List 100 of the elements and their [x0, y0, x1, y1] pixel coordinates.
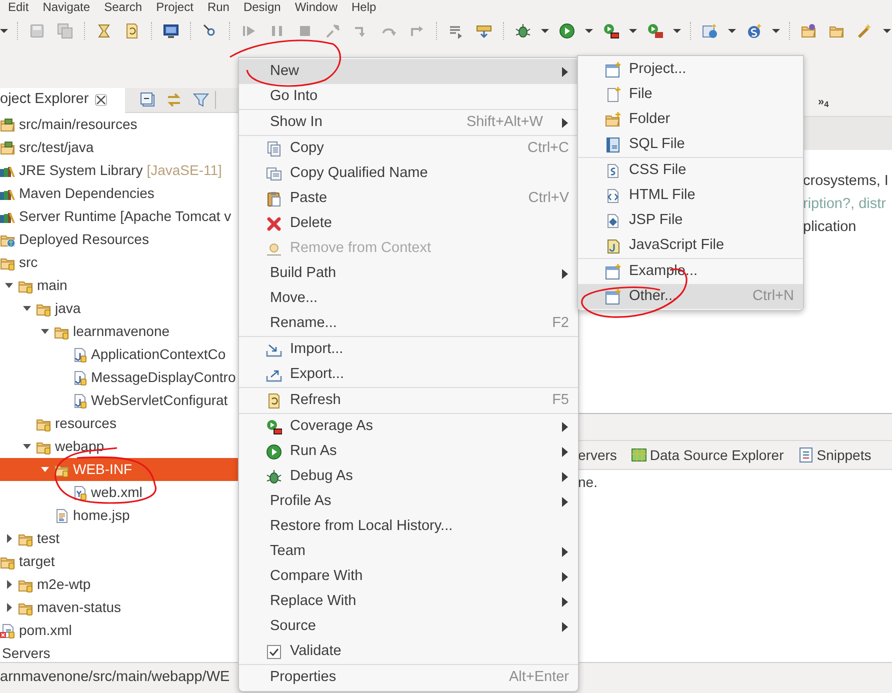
panel-message: ne. — [578, 474, 598, 490]
new-server-icon[interactable] — [702, 23, 718, 39]
menu-item[interactable]: SQL File — [578, 132, 803, 157]
menu-item[interactable]: Import... — [239, 337, 578, 362]
menu-item[interactable]: Delete — [239, 211, 578, 236]
tree-item[interactable]: Maven Dependencies — [0, 182, 239, 205]
package-folder-icon — [0, 116, 16, 132]
menu-item[interactable]: Restore from Local History... — [239, 514, 578, 539]
filter-icon[interactable] — [193, 92, 209, 108]
menu-item[interactable]: Properties Alt+Enter — [239, 665, 578, 690]
menu-item[interactable]: Profile As — [239, 489, 578, 514]
menu-bar-item[interactable]: Design — [243, 0, 281, 14]
bug-icon[interactable] — [515, 23, 531, 39]
tree-item[interactable]: maven-status — [0, 596, 239, 619]
tree-item[interactable]: java — [0, 297, 239, 320]
tree-item[interactable]: Server Runtime [Apache Tomcat v — [0, 205, 239, 228]
java-file-icon — [72, 370, 88, 386]
tree-item[interactable]: pom.xml — [0, 619, 239, 642]
menu-bar-item[interactable]: Help — [352, 0, 376, 14]
menu-bar-item[interactable]: Navigate — [42, 0, 90, 14]
shortcut-label: Alt+Enter — [508, 668, 569, 687]
drop-frame-icon[interactable] — [476, 23, 492, 39]
menu-bar-item[interactable]: Run — [207, 0, 230, 14]
checkbox[interactable] — [266, 644, 282, 660]
status-text: arnmavenone/src/main/webapp/WE — [0, 668, 230, 688]
tree-item[interactable]: m2e-wtp — [0, 573, 239, 596]
menu-item[interactable]: Run As — [239, 439, 578, 464]
tree-item[interactable]: ApplicationContextCo — [0, 343, 239, 366]
tree-item[interactable]: learnmavenone — [0, 320, 239, 343]
menu-item[interactable]: Folder — [578, 107, 803, 132]
coverage-icon — [266, 418, 282, 434]
menu-item[interactable]: File — [578, 82, 803, 107]
menu-item[interactable]: CSS File — [578, 158, 803, 183]
coverage-icon[interactable] — [603, 23, 619, 39]
menu-item[interactable]: Coverage As — [239, 414, 578, 439]
new-window-icon — [605, 264, 621, 280]
tree-item[interactable]: main — [0, 274, 239, 297]
view-tab[interactable]: oject Explorer — [0, 88, 125, 112]
menu-item[interactable]: Source — [239, 614, 578, 639]
menu-item[interactable]: Move... — [239, 286, 578, 311]
menu-item[interactable]: JavaScript File — [578, 233, 803, 258]
close-icon[interactable] — [94, 94, 107, 106]
xml-file-icon — [72, 484, 88, 500]
import-icon — [266, 342, 282, 358]
tree-item[interactable]: MessageDisplayContro — [0, 366, 239, 389]
tree-item[interactable]: WebServletConfigurat — [0, 389, 239, 412]
menu-item[interactable]: Project... — [578, 57, 803, 82]
menu-bar-item[interactable]: Edit — [8, 0, 29, 14]
collapse-all-icon[interactable] — [140, 92, 156, 108]
tree-item[interactable]: src/test/java — [0, 136, 239, 159]
menu-bar-item[interactable]: Window — [294, 0, 338, 14]
menu-item[interactable]: Export... — [239, 362, 578, 387]
menu-item[interactable]: Show In Shift+Alt+W — [239, 110, 578, 135]
menu-bar-item[interactable]: Search — [104, 0, 142, 14]
wand-icon[interactable] — [857, 23, 873, 39]
tree-item[interactable]: home.jsp — [0, 504, 239, 527]
tree-item[interactable]: test — [0, 527, 239, 550]
menu-item[interactable]: Refresh F5 — [239, 388, 578, 413]
new-window-icon — [605, 62, 621, 78]
hourglass-icon[interactable] — [96, 23, 112, 39]
shortcut-label: F5 — [552, 390, 569, 410]
code-line: ription?, distr — [803, 195, 888, 214]
menu-item[interactable]: Team — [239, 539, 578, 564]
menu-item[interactable]: Go Into — [239, 84, 578, 109]
tree-item[interactable]: WEB-INF — [0, 458, 239, 481]
tree-item[interactable]: Servers — [0, 642, 239, 665]
external-run-icon[interactable] — [647, 23, 663, 39]
tree-item[interactable]: src — [0, 251, 239, 274]
menu-item[interactable]: Debug As — [239, 464, 578, 489]
menu-item[interactable]: HTML File — [578, 183, 803, 208]
menu-item[interactable]: Copy Qualified Name — [239, 161, 578, 186]
shortcut-label: F2 — [552, 314, 569, 333]
menu-item[interactable]: Paste Ctrl+V — [239, 186, 578, 211]
tree-item[interactable]: Deployed Resources — [0, 228, 239, 251]
tree-item[interactable]: JRE System Library [JavaSE-11] — [0, 159, 239, 182]
panel-tab[interactable]: Data Source Explorer — [630, 441, 786, 469]
menu-item[interactable]: Replace With — [239, 589, 578, 614]
menu-item[interactable]: Other... Ctrl+N — [578, 284, 803, 309]
monitor-icon[interactable] — [163, 23, 179, 39]
tree-item[interactable]: web.xml — [0, 481, 239, 504]
panel-tab[interactable]: ervers — [578, 441, 619, 469]
open-folder-icon[interactable] — [801, 23, 817, 39]
overflow-tabs-button[interactable]: »$_{4}$ — [818, 94, 829, 110]
menu-item[interactable]: JSP File — [578, 208, 803, 233]
panel-tab[interactable]: Snippets — [798, 441, 874, 469]
shortcut-label: Ctrl+C — [528, 138, 569, 158]
menu-item[interactable]: Example... — [578, 259, 803, 284]
tree-item[interactable]: src/main/resources — [0, 113, 239, 136]
menu-bar-item[interactable]: Project — [156, 0, 194, 14]
run-icon[interactable] — [559, 23, 575, 39]
menu-item[interactable]: Compare With — [239, 564, 578, 589]
menu-item[interactable]: Rename... F2 — [239, 311, 578, 336]
menu-item[interactable]: Build Path — [239, 261, 578, 286]
menu-item[interactable]: Validate — [239, 639, 578, 664]
snippet-list-icon — [798, 447, 814, 463]
new-service-icon[interactable] — [746, 23, 762, 39]
menu-item[interactable]: New — [239, 59, 578, 84]
tree-item[interactable]: target — [0, 550, 239, 573]
tree-item[interactable]: resources — [0, 412, 239, 435]
menu-item[interactable]: Copy Ctrl+C — [239, 136, 578, 161]
